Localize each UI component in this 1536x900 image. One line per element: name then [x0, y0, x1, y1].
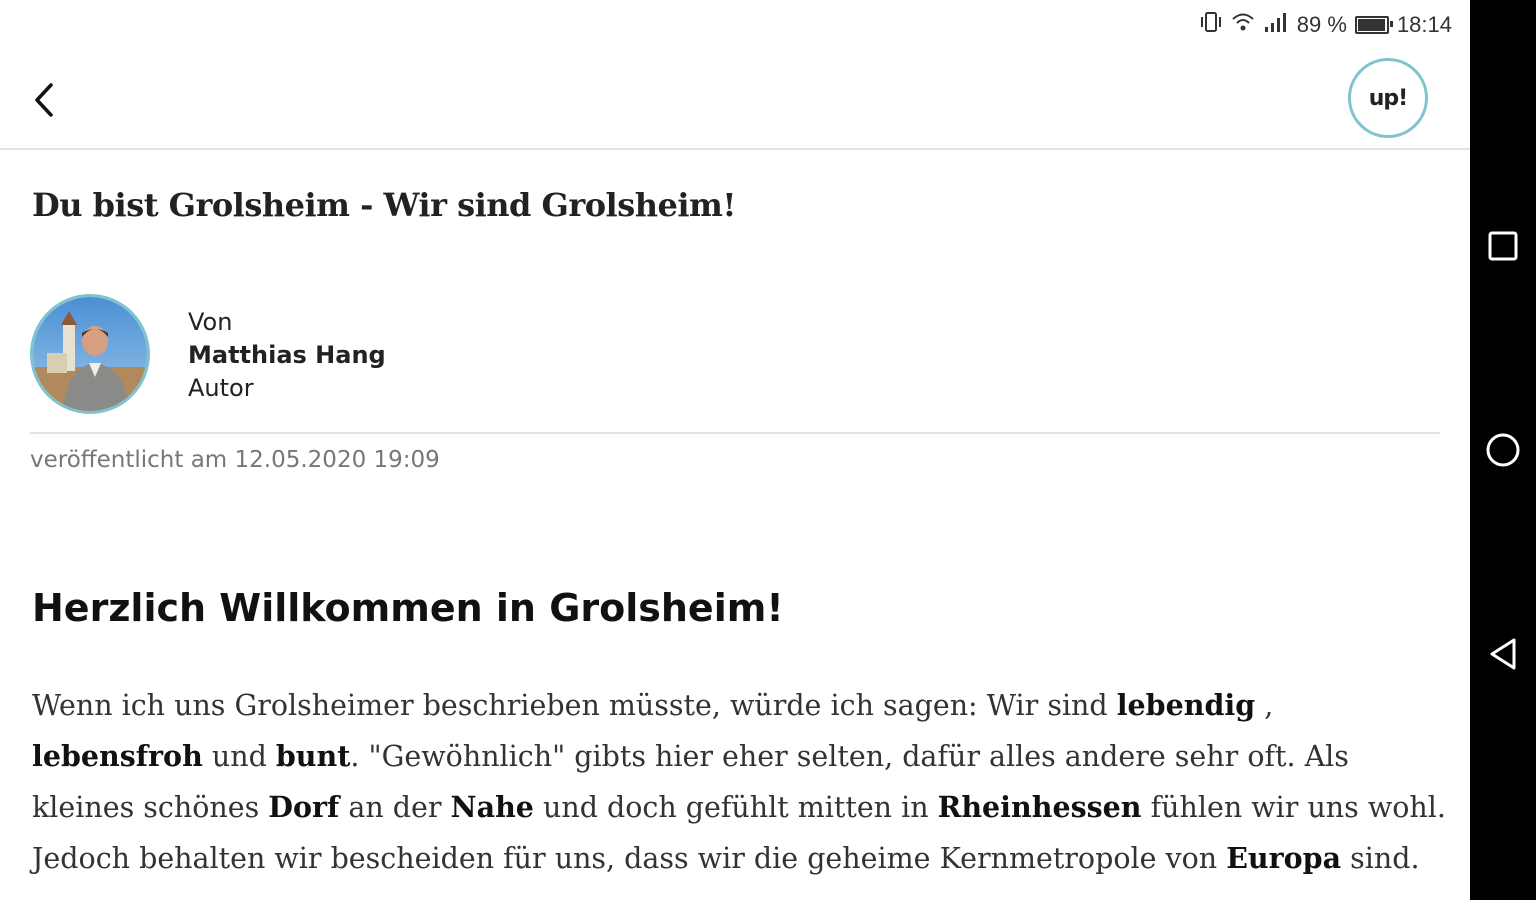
recents-square-icon: [1488, 231, 1518, 261]
status-bar: 89 % 18:14: [0, 0, 1470, 50]
bold-keyword: lebensfroh: [32, 739, 203, 773]
paragraph-text: und doch gefühlt mitten in: [533, 791, 938, 824]
back-button[interactable]: [24, 78, 64, 122]
status-icons: 89 % 18:14: [1199, 10, 1452, 40]
paragraph-text: ,: [1255, 689, 1274, 722]
bold-keyword: Rheinhessen: [937, 790, 1142, 824]
bold-keyword: Dorf: [268, 790, 340, 824]
battery-icon: [1354, 16, 1393, 34]
battery-percent: 89 %: [1296, 12, 1347, 37]
published-date: veröffentlicht am 12.05.2020 19:09: [30, 447, 440, 473]
signal-icon: [1263, 11, 1289, 39]
paragraph-text: und: [202, 740, 276, 773]
article-body: Wenn ich uns Grolsheimer beschrieben müs…: [32, 680, 1452, 884]
clock: 18:14: [1396, 12, 1452, 37]
back-triangle-icon: [1490, 638, 1516, 670]
home-button[interactable]: [1483, 430, 1523, 470]
paragraph-text: Wenn ich uns Grolsheimer beschrieben müs…: [32, 689, 1117, 722]
author-role: Autor: [188, 374, 254, 402]
article-title: Du bist Grolsheim - Wir sind Grolsheim!: [32, 186, 736, 224]
battery-level: [1357, 19, 1385, 31]
bold-keyword: bunt: [275, 739, 351, 773]
recents-button[interactable]: [1483, 226, 1523, 266]
vibrate-icon: [1199, 11, 1223, 39]
divider: [30, 432, 1440, 434]
bold-keyword: lebendig: [1116, 688, 1256, 722]
author-name[interactable]: Matthias Hang: [188, 339, 386, 372]
paragraph-text: an der: [339, 791, 451, 824]
bold-keyword: Europa: [1226, 841, 1342, 875]
author-info: Von Matthias Hang Autor: [188, 306, 386, 405]
article-heading: Herzlich Willkommen in Grolsheim!: [32, 586, 784, 630]
system-nav-bar: [1470, 0, 1536, 900]
paragraph-text: sind.: [1341, 842, 1420, 875]
author-block: Von Matthias Hang Autor: [30, 294, 630, 414]
bold-keyword: Nahe: [450, 790, 534, 824]
app-bar: up!: [0, 50, 1470, 150]
author-by-label: Von: [188, 308, 233, 336]
up-logo-button[interactable]: up!: [1348, 58, 1428, 138]
app-screen: 89 % 18:14 up! Du bist Grolsheim - Wir s…: [0, 0, 1470, 900]
home-circle-icon: [1486, 433, 1520, 467]
back-arrow-icon: [35, 83, 53, 117]
wifi-icon: [1231, 11, 1255, 39]
avatar[interactable]: [30, 294, 150, 414]
nav-back-button[interactable]: [1483, 634, 1523, 674]
